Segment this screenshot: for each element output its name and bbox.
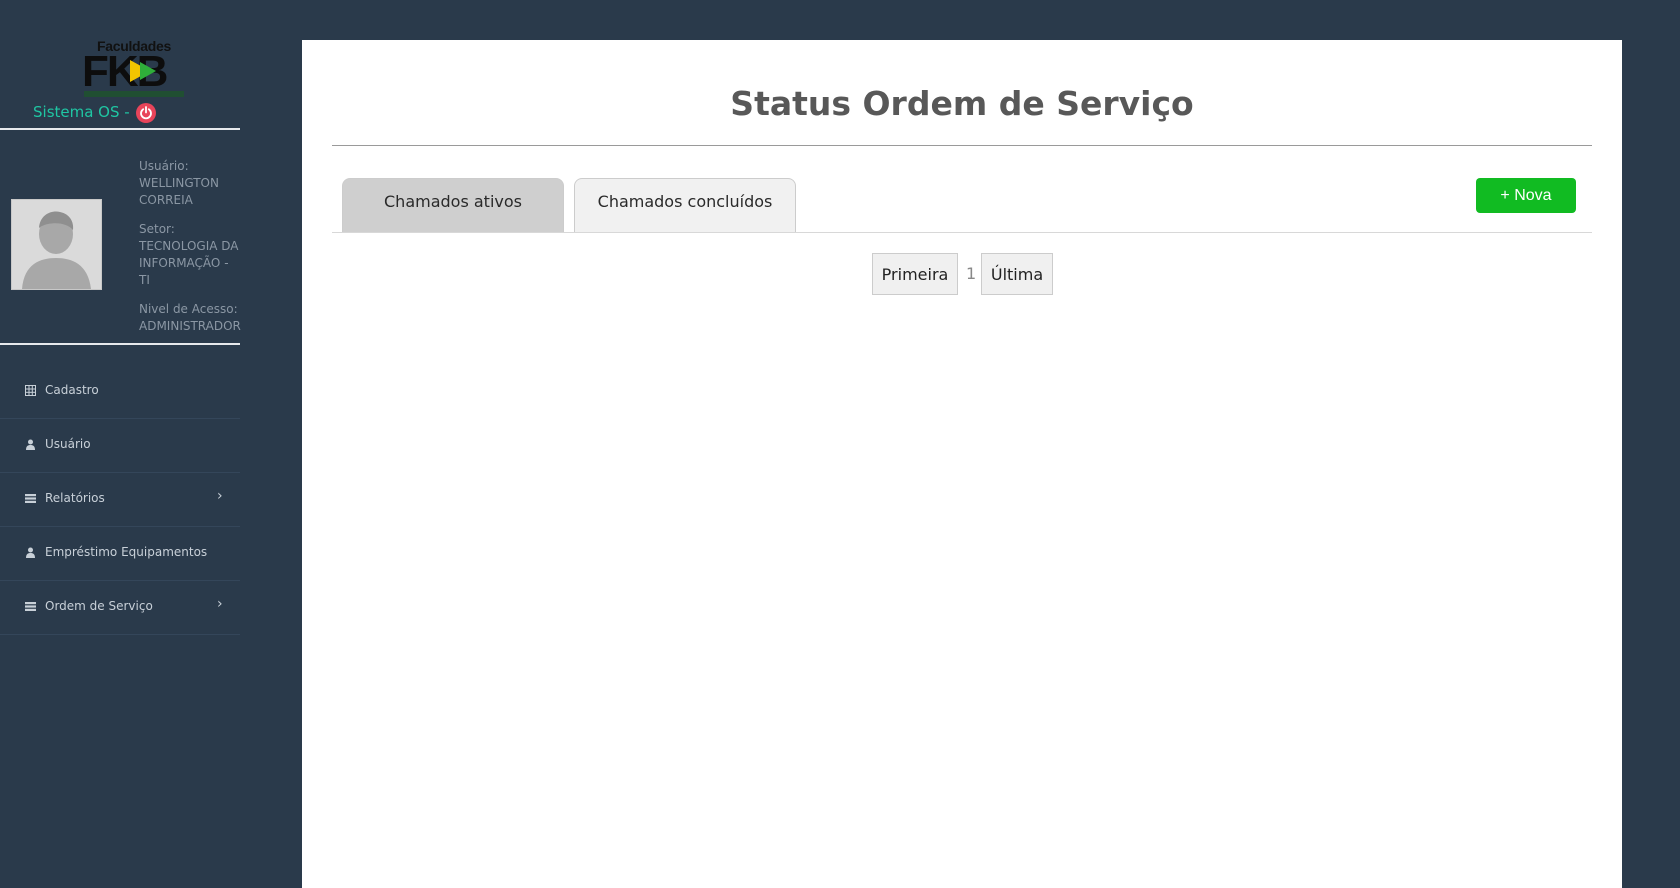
tab-chamados-concluidos[interactable]: Chamados concluídos — [574, 178, 796, 232]
sector-value: TECNOLOGIA DA INFORMAÇÃO - TI — [139, 239, 239, 287]
user-icon — [26, 547, 35, 558]
table-icon — [25, 385, 36, 396]
main-panel: Status Ordem de Serviço Chamados ativos … — [302, 40, 1622, 888]
tab-label: Chamados ativos — [384, 192, 522, 211]
tabs-divider — [332, 232, 1592, 233]
sidebar-item-label: Empréstimo Equipamentos — [45, 545, 208, 559]
sidebar-divider-bottom — [0, 343, 240, 345]
sidebar-item-relatorios[interactable]: Relatórios › — [0, 473, 240, 527]
pagination-first-button[interactable]: Primeira — [872, 253, 958, 295]
list-icon — [25, 494, 36, 503]
tab-chamados-ativos[interactable]: Chamados ativos — [342, 178, 564, 232]
sidebar-menu: Cadastro Usuário Relatórios › Empréstimo — [0, 365, 240, 635]
user-icon — [26, 439, 35, 450]
chevron-right-icon: › — [217, 596, 223, 612]
power-icon[interactable] — [136, 103, 156, 123]
sidebar-item-label: Ordem de Serviço — [45, 599, 153, 613]
sidebar-item-cadastro[interactable]: Cadastro — [0, 365, 240, 419]
access-value: ADMINISTRADOR — [139, 319, 241, 333]
user-label: Usuário: — [139, 159, 189, 173]
sidebar: Faculdades FKB Sistema OS - Usuário: WEL… — [0, 0, 241, 888]
logo-subtitle-strip — [84, 91, 184, 97]
faculdades-logo: Faculdades FKB — [82, 38, 186, 98]
sidebar-item-usuario[interactable]: Usuário — [0, 419, 240, 473]
user-info: Usuário: WELLINGTON CORREIA Setor: TECNO… — [139, 158, 241, 347]
tab-label: Chamados concluídos — [597, 192, 773, 211]
access-label: Nivel de Acesso: — [139, 302, 238, 316]
chevron-right-icon: › — [217, 488, 223, 504]
sidebar-item-ordem-de-servico[interactable]: Ordem de Serviço › — [0, 581, 240, 635]
title-divider — [332, 145, 1592, 146]
list-icon — [25, 602, 36, 611]
sector-label: Setor: — [139, 222, 175, 236]
pagination-page-number[interactable]: 1 — [966, 253, 976, 295]
page-title: Status Ordem de Serviço — [730, 84, 1194, 123]
system-title: Sistema OS - — [33, 103, 130, 121]
sidebar-item-label: Cadastro — [45, 383, 99, 397]
sidebar-divider-top — [0, 128, 240, 130]
avatar-silhouette-icon — [12, 200, 101, 289]
sidebar-item-emprestimo-equipamentos[interactable]: Empréstimo Equipamentos — [0, 527, 240, 581]
new-order-button[interactable]: + Nova — [1476, 178, 1576, 213]
pagination-last-button[interactable]: Última — [981, 253, 1053, 295]
sidebar-item-label: Relatórios — [45, 491, 105, 505]
avatar — [11, 199, 102, 290]
logo-arrow-green — [140, 62, 156, 80]
sidebar-item-label: Usuário — [45, 437, 91, 451]
user-value: WELLINGTON CORREIA — [139, 176, 219, 207]
